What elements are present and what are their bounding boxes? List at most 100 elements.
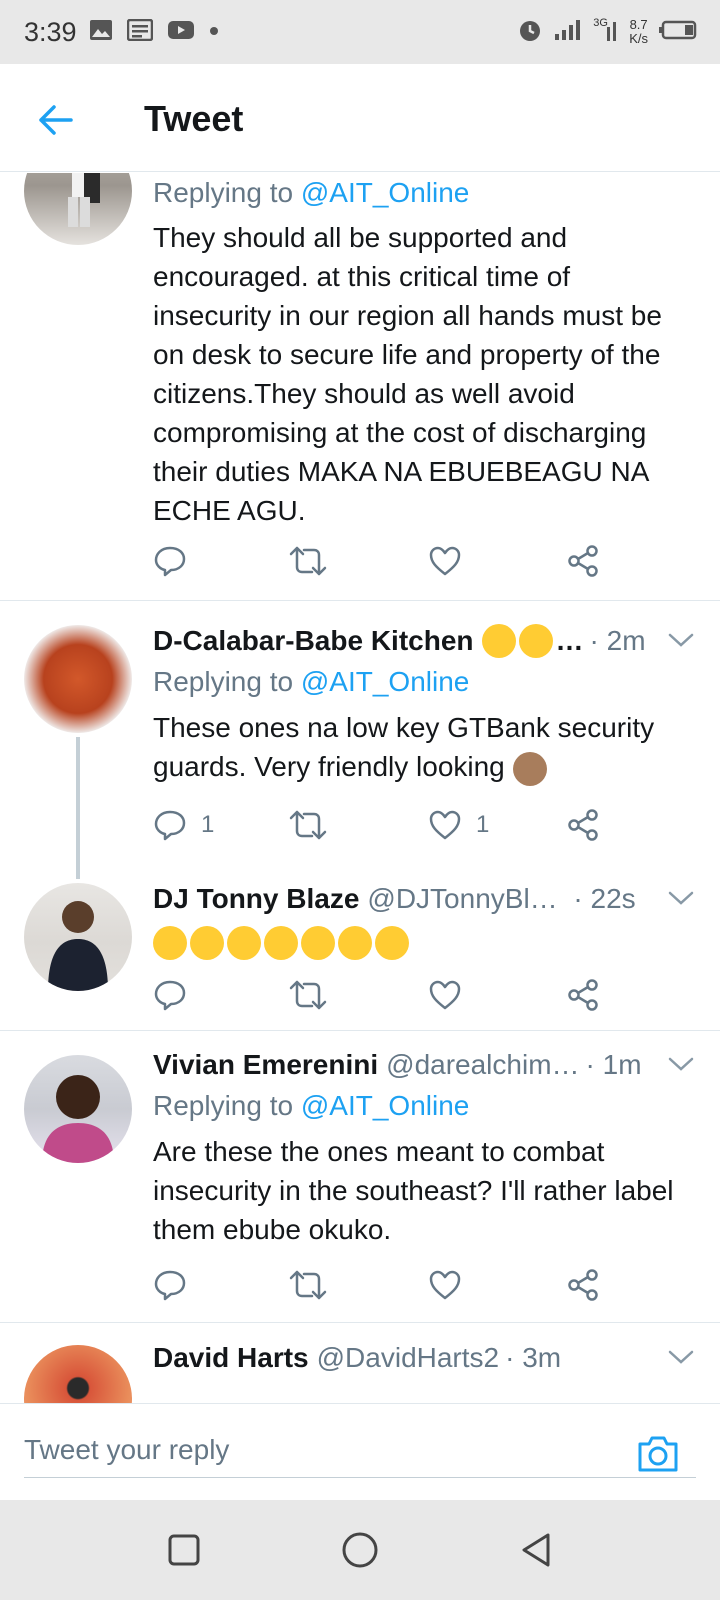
like-button[interactable]: 1 [428, 803, 489, 847]
camera-icon [638, 1436, 678, 1472]
tweet-actions [153, 973, 613, 1017]
avatar[interactable] [24, 1055, 132, 1163]
home-button[interactable] [338, 1528, 382, 1572]
tweet-item[interactable]: Replying to @AIT_Online They should all … [0, 173, 720, 600]
retweet-icon [289, 980, 327, 1010]
reply-button[interactable]: 1 [153, 803, 214, 847]
tweet-text: These ones na low key GTBank security gu… [153, 708, 696, 786]
tweet-time: · 2m [589, 625, 646, 656]
tweet-menu-button[interactable] [666, 1342, 696, 1372]
reply-composer: Tweet your reply [0, 1403, 720, 1500]
share-button[interactable] [566, 1263, 600, 1307]
mention-link[interactable]: @AIT_Online [301, 177, 470, 208]
laughing-emoji-icon [264, 925, 298, 960]
signal-3g-icon: 3G [593, 17, 619, 45]
share-icon [568, 979, 598, 1011]
author-handle[interactable]: @DavidHarts2 [317, 1342, 499, 1374]
like-button[interactable] [428, 1263, 462, 1307]
page-title: Tweet [144, 98, 244, 139]
laughing-emoji-icon [375, 925, 409, 960]
tweet-item[interactable]: David Harts @DavidHarts2 · 3m [0, 1323, 720, 1403]
signal-icon [553, 18, 583, 47]
tweet-time: · 3m [505, 1342, 562, 1373]
thread-connector [76, 737, 80, 879]
like-button[interactable] [428, 539, 462, 583]
chevron-down-icon [668, 633, 694, 647]
replies-feed[interactable]: Replying to @AIT_Online They should all … [0, 173, 720, 1403]
back-nav-button[interactable] [514, 1528, 558, 1572]
alarm-icon [517, 17, 543, 48]
author-name[interactable]: DJ Tonny Blaze [153, 883, 359, 915]
share-icon [568, 1269, 598, 1301]
retweet-icon [289, 1270, 327, 1300]
tweet-item[interactable]: DJ Tonny Blaze @DJTonnyBla… · 22s [0, 863, 720, 1030]
author-handle[interactable]: @DJTonnyBla… [367, 883, 567, 915]
tweet-actions: 1 1 [153, 803, 613, 847]
avatar[interactable] [24, 1345, 132, 1403]
reply-button[interactable] [153, 1263, 187, 1307]
share-button[interactable] [566, 973, 600, 1017]
share-button[interactable] [566, 539, 600, 583]
mention-link[interactable]: @AIT_Online [301, 666, 470, 697]
recents-button[interactable] [162, 1528, 206, 1572]
emoji-yum-icon [518, 624, 553, 658]
back-triangle-icon [522, 1533, 550, 1567]
youtube-icon [167, 19, 195, 46]
reply-button[interactable] [153, 973, 187, 1017]
avatar[interactable] [24, 625, 132, 733]
share-button[interactable] [566, 803, 600, 847]
recents-square-icon [168, 1534, 200, 1566]
tweet-header: D-Calabar-Babe Kitchen … · 2m [153, 621, 696, 661]
author-name[interactable]: D-Calabar-Babe Kitchen [153, 625, 474, 657]
retweet-button[interactable] [288, 803, 328, 847]
tweet-text-content: These ones na low key GTBank security gu… [153, 712, 655, 782]
system-nav-bar [0, 1500, 720, 1600]
comment-icon [154, 546, 186, 577]
retweet-button[interactable] [288, 539, 328, 583]
replying-to: Replying to @AIT_Online [153, 177, 469, 209]
camera-button[interactable] [636, 1434, 680, 1474]
laughing-emoji-icon [227, 925, 261, 960]
replying-prefix: Replying to [153, 1090, 301, 1121]
tweet-time: · 22s [573, 883, 636, 914]
tweet-menu-button[interactable] [666, 625, 696, 655]
reply-button[interactable] [153, 539, 187, 583]
tweet-menu-button[interactable] [666, 1049, 696, 1079]
heart-icon [429, 546, 461, 576]
tweet-item[interactable]: Vivian Emerenini @darealchim… · 1m Reply… [0, 1031, 720, 1323]
tweet-text: Are these the ones meant to combat insec… [153, 1136, 674, 1245]
status-time: 3:39 [24, 16, 77, 47]
comment-icon [154, 1270, 186, 1301]
back-button[interactable] [34, 98, 78, 142]
tweet-text [153, 921, 696, 960]
laughing-emoji-icon [301, 925, 335, 960]
news-icon [126, 18, 153, 46]
author-name[interactable]: Vivian Emerenini [153, 1049, 378, 1081]
replying-to: Replying to @AIT_Online [153, 666, 469, 698]
tweet-menu-button[interactable] [666, 883, 696, 913]
reply-count: 1 [201, 811, 215, 838]
retweet-button[interactable] [288, 1263, 328, 1307]
avatar[interactable] [24, 173, 132, 245]
see-no-evil-monkey-icon [512, 751, 547, 786]
tweet-actions [153, 1263, 613, 1307]
avatar[interactable] [24, 883, 132, 991]
comment-icon [154, 980, 186, 1011]
chevron-down-icon [668, 1057, 694, 1071]
status-bar: 3:39 3G 8.7 K/s [0, 0, 720, 64]
speed-value: 8.7 [629, 17, 648, 32]
image-icon [89, 19, 113, 46]
tweet-text: They should all be supported and encoura… [153, 222, 662, 526]
comment-icon [154, 810, 186, 841]
home-circle-icon [342, 1532, 378, 1568]
retweet-button[interactable] [288, 973, 328, 1017]
author-handle[interactable]: @darealchim… [386, 1049, 579, 1081]
replying-prefix: Replying to [153, 177, 301, 208]
like-count: 1 [476, 811, 490, 838]
author-name[interactable]: David Harts [153, 1342, 309, 1374]
reply-input[interactable]: Tweet your reply [24, 1422, 696, 1478]
replying-to: Replying to @AIT_Online [153, 1090, 469, 1122]
like-button[interactable] [428, 973, 462, 1017]
mention-link[interactable]: @AIT_Online [301, 1090, 470, 1121]
dot-icon [209, 23, 219, 41]
